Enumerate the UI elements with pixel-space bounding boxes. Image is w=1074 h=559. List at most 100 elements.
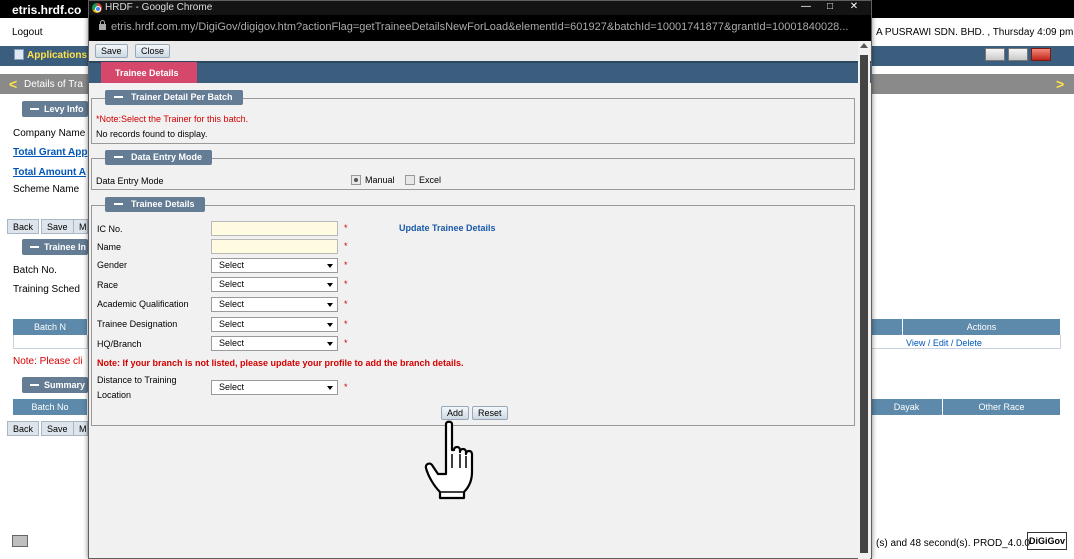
- summary-batch-header: Batch No: [13, 399, 88, 415]
- close-button[interactable]: Close: [135, 44, 171, 58]
- collapse-icon: [114, 203, 123, 205]
- column-header-spacer: [871, 319, 903, 335]
- bg-save-button-2[interactable]: Save: [41, 421, 74, 436]
- race-select[interactable]: Select: [211, 277, 338, 292]
- required-marker: *: [344, 260, 348, 270]
- data-entry-legend[interactable]: Data Entry Mode: [105, 150, 213, 165]
- reset-button[interactable]: Reset: [472, 406, 508, 420]
- inner-window-controls: [985, 48, 1054, 61]
- data-entry-legend-label: Data Entry Mode: [131, 152, 203, 162]
- add-button[interactable]: Add: [441, 406, 470, 420]
- actions-column-header: Actions: [903, 319, 1061, 335]
- designation-label: Trainee Designation: [97, 319, 178, 329]
- footer-session-text: (s) and 48 second(s). PROD_4.0.0: [876, 538, 1030, 549]
- ic-no-label: IC No.: [97, 224, 123, 234]
- popup-window-controls: — □ ✕: [795, 1, 867, 15]
- batch-no-label: Batch No.: [13, 265, 57, 276]
- chrome-icon: [92, 3, 102, 13]
- batch-column-header: Batch N: [13, 319, 88, 335]
- dropdown-arrow-icon: [327, 342, 333, 346]
- name-label: Name: [97, 242, 122, 252]
- nav-next-button[interactable]: >: [1056, 76, 1064, 92]
- scroll-thumb[interactable]: [860, 55, 868, 553]
- dropdown-arrow-icon: [327, 303, 333, 307]
- bg-more-button[interactable]: M: [73, 219, 88, 234]
- branch-select[interactable]: Select: [211, 336, 338, 351]
- popup-toolbar: Save Close: [89, 41, 871, 61]
- gender-label: Gender: [97, 260, 128, 270]
- collapse-icon: [114, 96, 123, 98]
- digigov-logo: DiGiGov: [1027, 532, 1067, 550]
- branch-select-value: Select: [219, 338, 245, 348]
- scroll-up-icon[interactable]: [860, 43, 868, 48]
- user-info: A PUSRAWI SDN. BHD. , Thursday 4:09 pm: [876, 27, 1074, 38]
- bg-save-button[interactable]: Save: [41, 219, 74, 234]
- trainer-legend-label: Trainer Detail Per Batch: [131, 92, 233, 102]
- dropdown-arrow-icon: [327, 264, 333, 268]
- radio-manual[interactable]: Manual: [351, 175, 395, 185]
- required-marker: *: [344, 319, 348, 329]
- bg-note: Note: Please cli: [13, 356, 83, 367]
- trainee-section-legend[interactable]: Trainee Details: [105, 197, 205, 212]
- update-trainee-details-link[interactable]: Update Trainee Details: [399, 223, 496, 233]
- background-tab-title[interactable]: etris.hrdf.co: [12, 3, 81, 17]
- logout-link[interactable]: Logout: [12, 27, 43, 38]
- required-marker: *: [344, 382, 348, 392]
- radio-manual-icon[interactable]: [351, 175, 361, 185]
- gender-select[interactable]: Select: [211, 258, 338, 273]
- excel-label: Excel: [419, 175, 442, 185]
- race-select-value: Select: [219, 279, 245, 289]
- save-button[interactable]: Save: [95, 44, 128, 58]
- academic-label: Academic Qualification: [97, 299, 189, 309]
- radio-excel[interactable]: Excel: [405, 175, 441, 185]
- session-time: (s) and 48 second(s).: [876, 538, 971, 549]
- distance-label-line1: Distance to Training: [97, 375, 177, 385]
- name-input[interactable]: [211, 239, 338, 254]
- inner-minimize-button[interactable]: [985, 48, 1005, 61]
- document-icon: [14, 49, 24, 60]
- collapse-icon: [114, 156, 123, 158]
- minimize-button[interactable]: —: [795, 1, 817, 13]
- ic-no-input[interactable]: [211, 221, 338, 236]
- designation-select[interactable]: Select: [211, 317, 338, 332]
- gender-select-value: Select: [219, 260, 245, 270]
- maximize-button[interactable]: □: [819, 1, 841, 13]
- popup-title-bar[interactable]: HRDF - Google Chrome — □ ✕: [89, 1, 871, 15]
- trainee-info-legend[interactable]: Trainee In: [22, 239, 88, 255]
- applications-menu[interactable]: Applications: [14, 49, 87, 61]
- version-label: PROD_4.0.0: [973, 538, 1030, 549]
- levy-info-legend[interactable]: Levy Info: [22, 101, 88, 117]
- footer-icon: [12, 535, 28, 547]
- trainer-section-legend[interactable]: Trainer Detail Per Batch: [105, 90, 243, 105]
- academic-select[interactable]: Select: [211, 297, 338, 312]
- other-race-header: Other Race: [943, 399, 1061, 415]
- trainee-section: [91, 205, 855, 426]
- nav-prev-button[interactable]: <: [9, 76, 17, 92]
- race-label: Race: [97, 280, 119, 290]
- table-row: [13, 335, 88, 349]
- company-name-label: Company Name: [13, 128, 86, 139]
- academic-select-value: Select: [219, 299, 245, 309]
- distance-select-value: Select: [219, 382, 245, 392]
- bg-more-button-2[interactable]: M: [73, 421, 88, 436]
- popup-title: HRDF - Google Chrome: [105, 2, 213, 13]
- inner-close-button[interactable]: [1031, 48, 1051, 61]
- branch-note: Note: If your branch is not listed, plea…: [97, 358, 464, 368]
- row-actions-links[interactable]: View / Edit / Delete: [906, 338, 982, 348]
- tab-trainee-details[interactable]: Trainee Details: [101, 62, 197, 83]
- summary-legend[interactable]: Summary: [22, 377, 88, 393]
- close-window-button[interactable]: ✕: [843, 1, 865, 13]
- bg-back-button[interactable]: Back: [7, 219, 40, 234]
- dropdown-arrow-icon: [327, 386, 333, 390]
- distance-select[interactable]: Select: [211, 380, 338, 395]
- radio-excel-icon[interactable]: [405, 175, 415, 185]
- total-grant-link[interactable]: Total Grant App: [13, 147, 87, 158]
- vertical-scrollbar[interactable]: [858, 41, 870, 559]
- total-amount-link[interactable]: Total Amount A: [13, 167, 86, 178]
- required-marker: *: [344, 338, 348, 348]
- required-marker: *: [344, 223, 348, 233]
- dayak-header: Dayak: [871, 399, 943, 415]
- bg-back-button-2[interactable]: Back: [7, 421, 40, 436]
- address-bar[interactable]: etris.hrdf.com.my/DigiGov/digigov.htm?ac…: [89, 15, 871, 41]
- inner-restore-button[interactable]: [1008, 48, 1028, 61]
